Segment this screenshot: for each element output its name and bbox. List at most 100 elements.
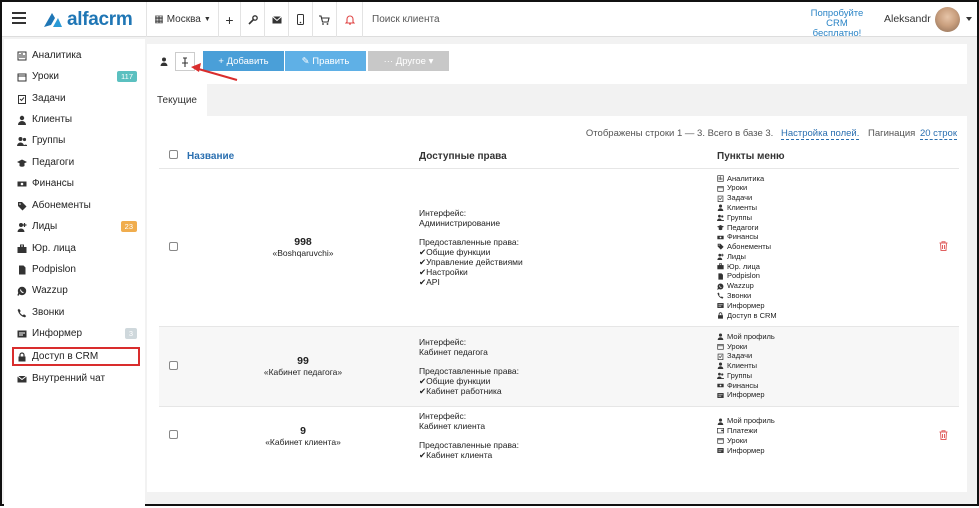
- sidebar-item-label: Финансы: [32, 178, 74, 189]
- rights-label: Предоставленные права:: [419, 236, 519, 247]
- branch-selector[interactable]: ▦ Москва ▼: [146, 2, 218, 37]
- sidebar-item-7[interactable]: Абонементы: [4, 196, 145, 215]
- row-select-cell: [159, 325, 187, 406]
- sidebar-item-4[interactable]: Группы: [4, 131, 145, 150]
- menu-item-label: Абонементы: [727, 242, 772, 252]
- row-checkbox[interactable]: [168, 360, 178, 370]
- whatsapp-icon: [16, 285, 27, 296]
- trash-icon[interactable]: [939, 241, 948, 251]
- menu-item-label: Финансы: [727, 380, 759, 390]
- rows-count-text: Отображены строки 1 — 3. Всего в базе 3.: [585, 128, 774, 139]
- briefcase-icon: [16, 243, 27, 254]
- add-quick-button[interactable]: +: [218, 2, 240, 37]
- sidebar-item-5[interactable]: Педагоги: [4, 153, 145, 172]
- menu-item-label: Группы: [727, 212, 752, 222]
- logo-text: alfacrm: [67, 9, 133, 30]
- cart-button[interactable]: [312, 2, 336, 37]
- sidebar-item-2[interactable]: Задачи: [4, 89, 145, 108]
- sidebar-item-14[interactable]: Доступ в CRM: [12, 347, 140, 366]
- sidebar-item-11[interactable]: Wazzup: [4, 281, 145, 300]
- sidebar-item-8[interactable]: Лиды 23: [4, 217, 145, 236]
- branch-label: Москва: [166, 14, 201, 25]
- sidebar-item-label: Абонементы: [32, 200, 91, 211]
- menu-cell: Мой профиль Платежи Уроки Информер: [717, 405, 927, 465]
- menu-item-label: Мой профиль: [727, 331, 775, 341]
- sidebar-item-6[interactable]: Финансы: [4, 174, 145, 193]
- row-checkbox[interactable]: [168, 430, 178, 440]
- menu-item: Информер: [717, 301, 927, 311]
- free-trial-link[interactable]: Попробуйте CRM бесплатно!: [802, 9, 872, 39]
- menu-item-label: Доступ в CRM: [727, 310, 777, 320]
- calendar-icon: [717, 437, 725, 444]
- table-row[interactable]: 99 «Кабинет педагога» Интерфейс: Кабинет пе…: [159, 325, 959, 406]
- building-icon: ▦: [154, 14, 164, 25]
- table-row[interactable]: 9 «Кабинет клиента» Интерфейс: Кабинет клие…: [159, 405, 959, 465]
- sidebar-badge: 23: [120, 221, 137, 232]
- hamburger-menu-icon[interactable]: [12, 12, 26, 24]
- role-name: «Кабинет педагога»: [263, 367, 343, 377]
- menu-item-label: Уроки: [727, 341, 748, 351]
- interface-value: Администрирование: [419, 217, 501, 228]
- calendar-icon: [717, 185, 725, 192]
- name-cell: 99 «Кабинет педагога»: [187, 325, 419, 406]
- avatar[interactable]: [935, 7, 960, 32]
- row-checkbox[interactable]: [168, 241, 178, 251]
- tab-current[interactable]: Текущие: [147, 84, 207, 117]
- sidebar-item-12[interactable]: Звонки: [4, 303, 145, 322]
- single-user-view-button[interactable]: [154, 52, 174, 71]
- money-icon: [717, 382, 725, 389]
- sidebar-item-3[interactable]: Клиенты: [4, 110, 145, 129]
- rights-label: Предоставленные права:: [419, 365, 519, 376]
- menu-item: Аналитика: [717, 174, 927, 184]
- pagination-link[interactable]: 20 строк: [919, 128, 957, 140]
- trash-icon[interactable]: [939, 430, 948, 440]
- table-row[interactable]: 998 «Boshqaruvchi» Интерфейс: Администриров…: [159, 167, 959, 326]
- edit-button[interactable]: ✎ Править: [285, 51, 366, 71]
- menu-item: Финансы: [717, 381, 927, 391]
- sidebar-item-1[interactable]: Уроки 117: [4, 67, 145, 86]
- mail-button[interactable]: [264, 2, 288, 37]
- sidebar-item-15[interactable]: Внутренний чат: [4, 369, 145, 388]
- menu-item: Мой профиль: [717, 332, 927, 342]
- user-menu-caret-icon[interactable]: [966, 17, 972, 21]
- users-icon: [16, 135, 27, 146]
- tools-button[interactable]: [240, 2, 264, 37]
- menu-item-label: Платежи: [727, 425, 758, 435]
- other-button[interactable]: ··· Другое ▾: [368, 51, 449, 71]
- pushpin-icon: [182, 56, 188, 67]
- username[interactable]: Aleksandr: [884, 13, 931, 25]
- right-item: ✔API: [419, 276, 440, 287]
- tag-icon: [717, 243, 725, 251]
- select-all-cell: [159, 145, 187, 169]
- mobile-phone-icon: [297, 14, 304, 25]
- sidebar-item-label: Клиенты: [32, 114, 73, 125]
- sidebar-item-9[interactable]: Юр. лица: [4, 239, 145, 258]
- interface-label: Интерфейс:: [419, 207, 467, 218]
- select-all-checkbox[interactable]: [168, 150, 178, 160]
- fields-settings-link[interactable]: Настройка полей.: [780, 128, 860, 140]
- mobile-button[interactable]: [288, 2, 312, 37]
- phone-icon: [717, 292, 725, 300]
- pin-view-button[interactable]: [175, 52, 195, 71]
- lead-icon: [16, 221, 27, 232]
- sidebar-item-10[interactable]: Podpislon: [4, 260, 145, 279]
- sidebar-item-0[interactable]: Аналитика: [4, 46, 145, 65]
- tasks-icon: [717, 195, 725, 202]
- header-menu: Пункты меню: [717, 145, 927, 169]
- add-button[interactable]: + Добавить: [203, 51, 284, 71]
- tasks-icon: [717, 353, 725, 360]
- whatsapp-icon: [717, 283, 725, 290]
- header-name[interactable]: Название: [187, 145, 419, 169]
- menu-item: Педагоги: [717, 223, 927, 233]
- menu-item: Мой профиль: [717, 416, 927, 426]
- top-bar: alfacrm ▦ Москва ▼ + Поиск клиента Попро…: [2, 2, 977, 39]
- notifications-button[interactable]: [336, 2, 362, 37]
- sidebar-item-13[interactable]: Информер 3: [4, 324, 145, 343]
- plus-icon: +: [225, 11, 234, 28]
- search-input[interactable]: Поиск клиента: [362, 2, 522, 37]
- access-table: Название Доступные права Пункты меню 998…: [159, 145, 959, 465]
- menu-cell: Мой профиль Уроки Задачи Клиенты Группы Финан…: [717, 325, 927, 406]
- briefcase-icon: [717, 263, 725, 270]
- logo[interactable]: alfacrm: [42, 9, 133, 31]
- menu-item-label: Финансы: [727, 232, 759, 242]
